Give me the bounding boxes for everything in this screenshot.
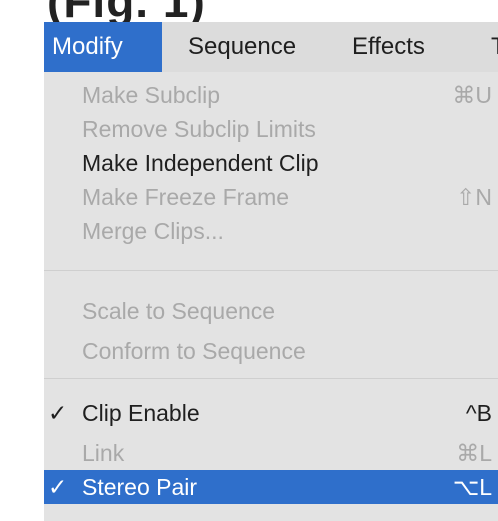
shortcut-label: ⌥L	[452, 474, 492, 500]
menu-item-make-freeze-frame: Make Freeze Frame ⇧N	[44, 180, 498, 214]
menu-item-make-independent-clip[interactable]: Make Independent Clip	[44, 146, 498, 180]
menu-item-label: Stereo Pair	[82, 474, 198, 500]
menu-divider	[44, 270, 498, 271]
shortcut-label: ⇧N	[456, 184, 492, 210]
menu-item-clip-enable[interactable]: ✓ Clip Enable ^B	[44, 396, 498, 430]
shortcut-label: ⌘L	[456, 440, 492, 466]
menu-item-scale-to-sequence: Scale to Sequence	[44, 294, 498, 328]
menu-cropped-item[interactable]: T	[491, 22, 498, 72]
menu-item-merge-clips: Merge Clips...	[44, 214, 498, 248]
menu-item-label: Clip Enable	[82, 400, 200, 426]
modify-dropdown-menu: Make Subclip ⌘U Remove Subclip Limits Ma…	[44, 72, 498, 521]
menu-modify[interactable]: Modify	[44, 22, 162, 72]
menu-item-label: Link	[82, 440, 125, 466]
menu-item-stereo-pair[interactable]: ✓ Stereo Pair ⌥L	[44, 470, 498, 504]
checkmark-icon: ✓	[48, 400, 68, 426]
menu-divider	[44, 378, 498, 379]
menu-item-make-subclip: Make Subclip ⌘U	[44, 78, 498, 112]
menu-item-label: Conform to Sequence	[82, 338, 306, 364]
menu-bar: Modify Sequence Effects T	[44, 22, 498, 73]
menu-effects[interactable]: Effects	[352, 22, 425, 72]
menu-item-remove-subclip-limits: Remove Subclip Limits	[44, 112, 498, 146]
screenshot-page: (Fig. 1) Modify Sequence Effects T Make …	[0, 0, 498, 521]
menu-item-label: Merge Clips...	[82, 218, 224, 244]
menu-sequence[interactable]: Sequence	[188, 22, 296, 72]
checkmark-icon: ✓	[48, 474, 68, 500]
menu-item-label: Remove Subclip Limits	[82, 116, 316, 142]
menu-item-label: Scale to Sequence	[82, 298, 276, 324]
menu-item-conform-to-sequence: Conform to Sequence	[44, 334, 498, 368]
menu-item-label: Make Subclip	[82, 82, 221, 108]
shortcut-label: ⌘U	[452, 82, 492, 108]
menu-item-label: Make Independent Clip	[82, 150, 319, 176]
menu-item-link: Link ⌘L	[44, 436, 498, 470]
shortcut-label: ^B	[465, 400, 492, 426]
menu-item-label: Make Freeze Frame	[82, 184, 290, 210]
